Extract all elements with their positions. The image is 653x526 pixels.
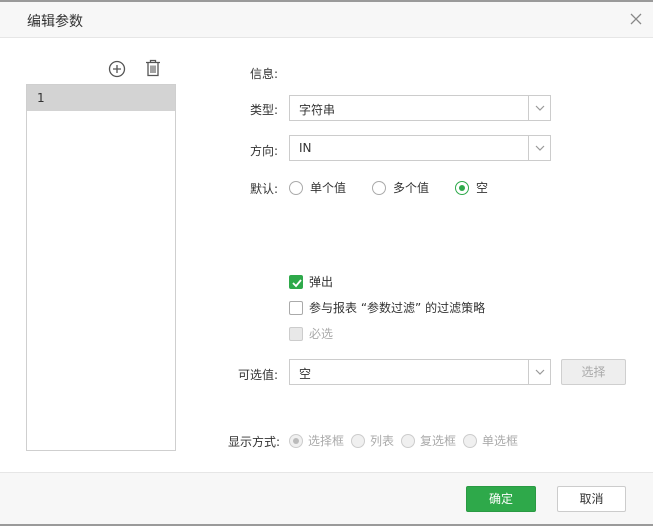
radio-label: 列表: [370, 434, 395, 448]
checkbox-disabled: [289, 326, 303, 341]
direction-select-arrow[interactable]: [528, 136, 550, 160]
default-radio-empty[interactable]: 空: [455, 179, 488, 196]
optional-values-label: 可选值:: [238, 368, 279, 382]
radio-label: 选择框: [308, 434, 345, 448]
dialog-header: 编辑参数: [0, 2, 653, 38]
dialog-footer: 确定 取消: [0, 472, 653, 526]
cancel-button[interactable]: 取消: [557, 486, 626, 512]
radio-circle-disabled: [463, 433, 477, 448]
direction-select-value: IN: [299, 141, 312, 155]
default-radio-multiple[interactable]: 多个值: [372, 179, 429, 196]
required-checkbox: 必选: [289, 325, 333, 342]
display-radio-radio: 单选框: [463, 432, 518, 449]
default-radio-single[interactable]: 单个值: [289, 179, 346, 196]
optional-values-value: 空: [299, 367, 312, 381]
radio-circle-checked: [455, 180, 470, 195]
select-button: 选择: [561, 359, 626, 385]
info-label: 信息:: [250, 67, 279, 81]
display-radio-checkbox: 复选框: [401, 432, 456, 449]
radio-circle: [372, 180, 387, 195]
report-filter-checkbox[interactable]: 参与报表 “参数过滤” 的过滤策略: [289, 299, 485, 316]
popup-checkbox[interactable]: 弹出: [289, 273, 333, 290]
radio-circle: [289, 180, 303, 195]
type-label: 类型:: [250, 103, 279, 117]
default-label: 默认:: [250, 182, 279, 196]
parameter-list: 1: [26, 84, 176, 451]
optional-values-select[interactable]: 空: [289, 359, 551, 385]
edit-parameter-dialog: 编辑参数 1 信息: 类型: 字符串 方向: IN 默认: 单个值 多个值 空 …: [0, 2, 653, 526]
display-radio-select-box: 选择框: [289, 432, 344, 449]
radio-circle-disabled-checked: [289, 433, 303, 448]
direction-select[interactable]: IN: [289, 135, 551, 161]
checkbox-unchecked: [289, 300, 303, 315]
list-item[interactable]: 1: [27, 85, 175, 111]
report-filter-label: 参与报表 “参数过滤” 的过滤策略: [309, 301, 486, 315]
type-select[interactable]: 字符串: [289, 95, 551, 121]
checkbox-checked: [289, 274, 303, 289]
trash-icon[interactable]: [145, 59, 161, 80]
display-mode-label: 显示方式:: [228, 435, 281, 449]
radio-label: 单个值: [310, 181, 347, 195]
radio-label: 复选框: [420, 434, 457, 448]
required-label: 必选: [309, 327, 334, 341]
display-radio-list: 列表: [351, 432, 394, 449]
close-icon[interactable]: [629, 12, 643, 26]
ok-button[interactable]: 确定: [466, 486, 536, 512]
radio-circle-disabled: [401, 433, 415, 448]
radio-circle-disabled: [351, 433, 365, 448]
dialog-title: 编辑参数: [27, 14, 83, 30]
type-select-arrow[interactable]: [528, 96, 550, 120]
plus-circle-icon[interactable]: [108, 60, 126, 81]
radio-label: 多个值: [393, 181, 430, 195]
optional-values-arrow[interactable]: [528, 360, 550, 384]
popup-label: 弹出: [309, 275, 334, 289]
radio-label: 空: [476, 181, 489, 195]
type-select-value: 字符串: [299, 103, 336, 117]
radio-label: 单选框: [482, 434, 519, 448]
default-radio-group: 单个值 多个值 空: [289, 179, 514, 196]
direction-label: 方向:: [250, 144, 279, 158]
